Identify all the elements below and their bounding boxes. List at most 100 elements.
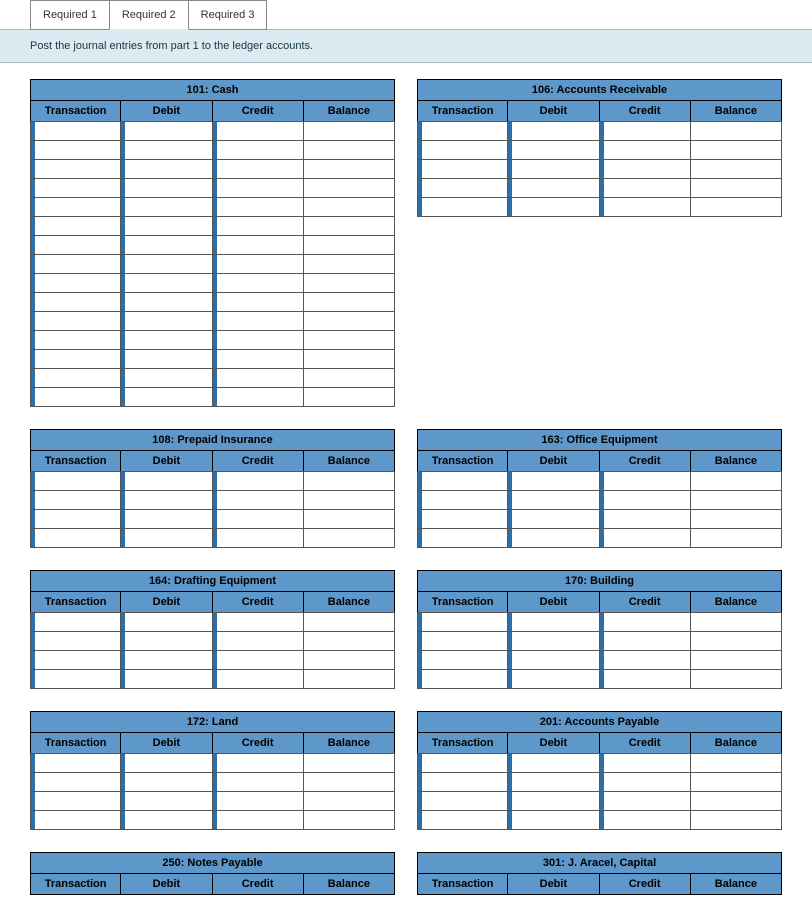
cell-credit[interactable] — [599, 791, 691, 811]
cell-debit[interactable] — [120, 159, 212, 179]
cell-credit[interactable] — [212, 368, 304, 388]
cell-transaction[interactable] — [417, 631, 508, 651]
cell-debit[interactable] — [120, 140, 212, 160]
cell-credit[interactable] — [212, 140, 304, 160]
cell-debit[interactable] — [120, 753, 212, 773]
cell-transaction[interactable] — [30, 311, 121, 331]
cell-credit[interactable] — [212, 159, 304, 179]
cell-debit[interactable] — [120, 216, 212, 236]
cell-debit[interactable] — [120, 349, 212, 369]
cell-credit[interactable] — [599, 509, 691, 529]
cell-credit[interactable] — [599, 810, 691, 830]
cell-debit[interactable] — [120, 772, 212, 792]
cell-credit[interactable] — [212, 471, 304, 491]
cell-credit[interactable] — [212, 669, 304, 689]
cell-transaction[interactable] — [417, 509, 508, 529]
cell-transaction[interactable] — [30, 330, 121, 350]
cell-transaction[interactable] — [30, 471, 121, 491]
cell-transaction[interactable] — [30, 121, 121, 141]
cell-credit[interactable] — [212, 273, 304, 293]
cell-credit[interactable] — [212, 178, 304, 198]
cell-transaction[interactable] — [30, 791, 121, 811]
cell-credit[interactable] — [212, 650, 304, 670]
cell-transaction[interactable] — [417, 528, 508, 548]
cell-debit[interactable] — [507, 197, 599, 217]
cell-credit[interactable] — [212, 612, 304, 632]
cell-transaction[interactable] — [30, 528, 121, 548]
tab-1[interactable]: Required 1 — [30, 0, 110, 30]
cell-debit[interactable] — [120, 235, 212, 255]
cell-debit[interactable] — [120, 292, 212, 312]
cell-debit[interactable] — [507, 509, 599, 529]
cell-transaction[interactable] — [417, 791, 508, 811]
cell-debit[interactable] — [507, 772, 599, 792]
cell-debit[interactable] — [507, 650, 599, 670]
cell-debit[interactable] — [507, 669, 599, 689]
cell-credit[interactable] — [212, 753, 304, 773]
cell-debit[interactable] — [507, 528, 599, 548]
cell-transaction[interactable] — [30, 509, 121, 529]
cell-transaction[interactable] — [30, 387, 121, 407]
cell-credit[interactable] — [599, 159, 691, 179]
cell-transaction[interactable] — [417, 471, 508, 491]
cell-credit[interactable] — [212, 772, 304, 792]
cell-debit[interactable] — [507, 791, 599, 811]
cell-debit[interactable] — [120, 612, 212, 632]
tab-3[interactable]: Required 3 — [188, 0, 268, 30]
cell-credit[interactable] — [212, 121, 304, 141]
cell-debit[interactable] — [120, 669, 212, 689]
cell-debit[interactable] — [120, 490, 212, 510]
tab-2[interactable]: Required 2 — [109, 0, 189, 30]
cell-credit[interactable] — [212, 810, 304, 830]
cell-credit[interactable] — [212, 197, 304, 217]
cell-transaction[interactable] — [417, 810, 508, 830]
cell-debit[interactable] — [120, 273, 212, 293]
cell-credit[interactable] — [599, 650, 691, 670]
cell-credit[interactable] — [212, 528, 304, 548]
cell-credit[interactable] — [599, 197, 691, 217]
cell-credit[interactable] — [212, 330, 304, 350]
cell-transaction[interactable] — [417, 140, 508, 160]
cell-transaction[interactable] — [30, 753, 121, 773]
cell-credit[interactable] — [599, 753, 691, 773]
cell-debit[interactable] — [507, 631, 599, 651]
cell-transaction[interactable] — [417, 178, 508, 198]
cell-debit[interactable] — [507, 159, 599, 179]
cell-credit[interactable] — [212, 791, 304, 811]
cell-debit[interactable] — [507, 121, 599, 141]
cell-debit[interactable] — [120, 330, 212, 350]
cell-transaction[interactable] — [30, 650, 121, 670]
cell-transaction[interactable] — [417, 612, 508, 632]
cell-credit[interactable] — [212, 631, 304, 651]
cell-debit[interactable] — [120, 631, 212, 651]
cell-transaction[interactable] — [417, 490, 508, 510]
cell-credit[interactable] — [599, 612, 691, 632]
cell-debit[interactable] — [120, 810, 212, 830]
cell-transaction[interactable] — [30, 292, 121, 312]
cell-transaction[interactable] — [30, 631, 121, 651]
cell-transaction[interactable] — [417, 772, 508, 792]
cell-debit[interactable] — [120, 471, 212, 491]
cell-transaction[interactable] — [30, 254, 121, 274]
cell-debit[interactable] — [507, 471, 599, 491]
cell-transaction[interactable] — [30, 159, 121, 179]
cell-credit[interactable] — [599, 140, 691, 160]
cell-debit[interactable] — [120, 387, 212, 407]
cell-credit[interactable] — [212, 349, 304, 369]
cell-debit[interactable] — [120, 254, 212, 274]
cell-transaction[interactable] — [417, 159, 508, 179]
cell-credit[interactable] — [599, 178, 691, 198]
cell-transaction[interactable] — [30, 349, 121, 369]
cell-credit[interactable] — [212, 311, 304, 331]
cell-debit[interactable] — [507, 810, 599, 830]
cell-credit[interactable] — [212, 254, 304, 274]
cell-credit[interactable] — [599, 471, 691, 491]
cell-transaction[interactable] — [30, 612, 121, 632]
cell-debit[interactable] — [120, 650, 212, 670]
cell-credit[interactable] — [212, 509, 304, 529]
cell-transaction[interactable] — [30, 273, 121, 293]
cell-transaction[interactable] — [30, 772, 121, 792]
cell-transaction[interactable] — [30, 810, 121, 830]
cell-debit[interactable] — [507, 140, 599, 160]
cell-debit[interactable] — [507, 753, 599, 773]
